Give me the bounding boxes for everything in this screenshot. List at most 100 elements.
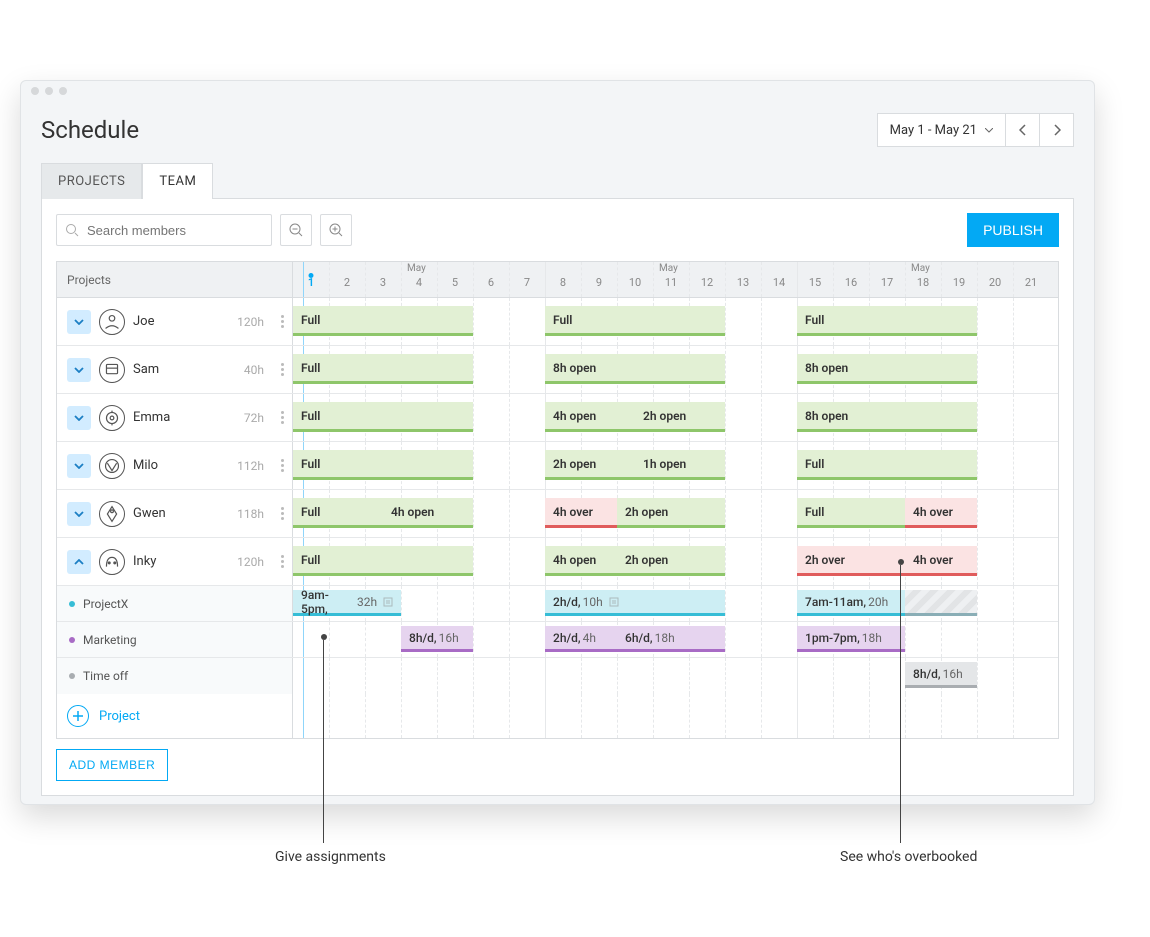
avatar: [99, 357, 125, 383]
more-menu[interactable]: [281, 507, 284, 520]
schedule-bar[interactable]: Full: [293, 402, 473, 432]
schedule-bar[interactable]: [905, 590, 977, 616]
avatar: [99, 309, 125, 335]
tab-projects[interactable]: PROJECTS: [41, 163, 142, 199]
member-name: Gwen: [133, 506, 166, 521]
schedule-bar[interactable]: 8h open: [797, 402, 977, 432]
zoom-in-button[interactable]: [320, 214, 352, 246]
schedule-bar[interactable]: Full: [293, 354, 473, 384]
window-titlebar: [21, 81, 1094, 101]
schedule-bar[interactable]: Full: [797, 450, 977, 480]
schedule-bar[interactable]: Full: [293, 546, 473, 576]
annotation-overbooked: See who's overbooked: [840, 849, 977, 865]
member-hours: 118h: [237, 507, 264, 521]
schedule-bar[interactable]: 4h over: [905, 498, 977, 528]
chevron-left-icon: [1019, 124, 1027, 136]
page-title: Schedule: [41, 116, 139, 144]
schedule-bar[interactable]: 9am-5pm, 32h: [293, 590, 401, 616]
schedule-bar[interactable]: 4h over: [905, 546, 977, 576]
avatar: [99, 501, 125, 527]
subrow-name: ProjectX: [83, 597, 128, 611]
search-icon: [65, 223, 79, 237]
app-window: Schedule May 1 - May 21 PROJECTS TEAM: [20, 80, 1095, 805]
expand-toggle[interactable]: [67, 454, 91, 478]
schedule-bar[interactable]: 4h open: [545, 546, 617, 576]
schedule-bar[interactable]: 7am-11am, 20h: [797, 590, 905, 616]
next-button[interactable]: [1040, 113, 1074, 147]
more-menu[interactable]: [281, 555, 284, 568]
add-member-button[interactable]: ADD MEMBER: [56, 749, 168, 781]
schedule-bar[interactable]: 8h open: [797, 354, 977, 384]
schedule-bar[interactable]: 4h open: [383, 498, 473, 528]
schedule-bar[interactable]: 1pm-7pm, 18h: [797, 626, 905, 652]
caret-down-icon: [985, 128, 993, 133]
publish-button[interactable]: PUBLISH: [967, 213, 1059, 247]
chevron-right-icon: [1053, 124, 1061, 136]
member-name: Emma: [133, 410, 170, 425]
subrow-name: Marketing: [83, 633, 137, 647]
add-project-label: Project: [99, 709, 140, 724]
zoom-out-button[interactable]: [280, 214, 312, 246]
zoom-in-icon: [328, 222, 344, 238]
schedule-bar[interactable]: 2h/d, 4h: [545, 626, 617, 652]
prev-button[interactable]: [1006, 113, 1040, 147]
expand-toggle[interactable]: [67, 502, 91, 526]
more-menu[interactable]: [281, 363, 284, 376]
member-hours: 112h: [237, 459, 264, 473]
member-name: Inky: [133, 554, 156, 569]
chevron-down-icon: [74, 463, 84, 469]
project-color-dot: [69, 637, 75, 643]
zoom-out-icon: [288, 222, 304, 238]
schedule-bar[interactable]: 2h open: [635, 402, 725, 432]
schedule-bar[interactable]: 6h/d, 18h: [617, 626, 725, 652]
schedule-bar[interactable]: Full: [293, 498, 383, 528]
note-icon: [383, 597, 393, 607]
avatar: [99, 549, 125, 575]
schedule-bar[interactable]: 8h open: [545, 354, 725, 384]
schedule-bar[interactable]: 2h/d, 10h: [545, 590, 725, 616]
expand-toggle[interactable]: [67, 406, 91, 430]
more-menu[interactable]: [281, 459, 284, 472]
member-name: Milo: [133, 458, 158, 473]
project-color-dot: [69, 601, 75, 607]
column-header-projects: Projects: [57, 262, 293, 297]
more-menu[interactable]: [281, 411, 284, 424]
schedule-bar[interactable]: 4h over: [545, 498, 617, 528]
note-icon: [609, 597, 619, 607]
avatar: [99, 453, 125, 479]
expand-toggle[interactable]: [67, 310, 91, 334]
schedule-bar[interactable]: 8h/d, 16h: [905, 662, 977, 688]
search-input[interactable]: [87, 223, 263, 238]
chevron-down-icon: [74, 511, 84, 517]
date-range-picker[interactable]: May 1 - May 21: [877, 113, 1006, 147]
add-project-button[interactable]: [67, 705, 89, 727]
search-input-wrapper[interactable]: [56, 214, 272, 246]
member-hours: 120h: [237, 315, 264, 329]
more-menu[interactable]: [281, 315, 284, 328]
schedule-bar[interactable]: 2h open: [617, 546, 725, 576]
tab-team[interactable]: TEAM: [142, 163, 213, 199]
subrow-name: Time off: [83, 669, 128, 683]
member-hours: 72h: [244, 411, 264, 425]
annotation-assignments: Give assignments: [275, 849, 386, 865]
member-hours: 40h: [244, 363, 264, 377]
schedule-bar[interactable]: Full: [545, 306, 725, 336]
schedule-bar[interactable]: 1h open: [635, 450, 725, 480]
schedule-bar[interactable]: 4h open: [545, 402, 635, 432]
project-color-dot: [69, 673, 75, 679]
schedule-bar[interactable]: 2h open: [545, 450, 635, 480]
member-name: Sam: [133, 362, 159, 377]
chevron-down-icon: [74, 367, 84, 373]
schedule-bar[interactable]: Full: [797, 498, 905, 528]
schedule-bar[interactable]: Full: [293, 306, 473, 336]
avatar: [99, 405, 125, 431]
schedule-bar[interactable]: Full: [797, 306, 977, 336]
schedule-bar[interactable]: 2h over: [797, 546, 905, 576]
expand-toggle[interactable]: [67, 358, 91, 382]
chevron-down-icon: [74, 319, 84, 325]
member-name: Joe: [133, 314, 154, 329]
schedule-bar[interactable]: Full: [293, 450, 473, 480]
schedule-bar[interactable]: 2h open: [617, 498, 725, 528]
expand-toggle[interactable]: [67, 550, 91, 574]
schedule-bar[interactable]: 8h/d, 16h: [401, 626, 473, 652]
